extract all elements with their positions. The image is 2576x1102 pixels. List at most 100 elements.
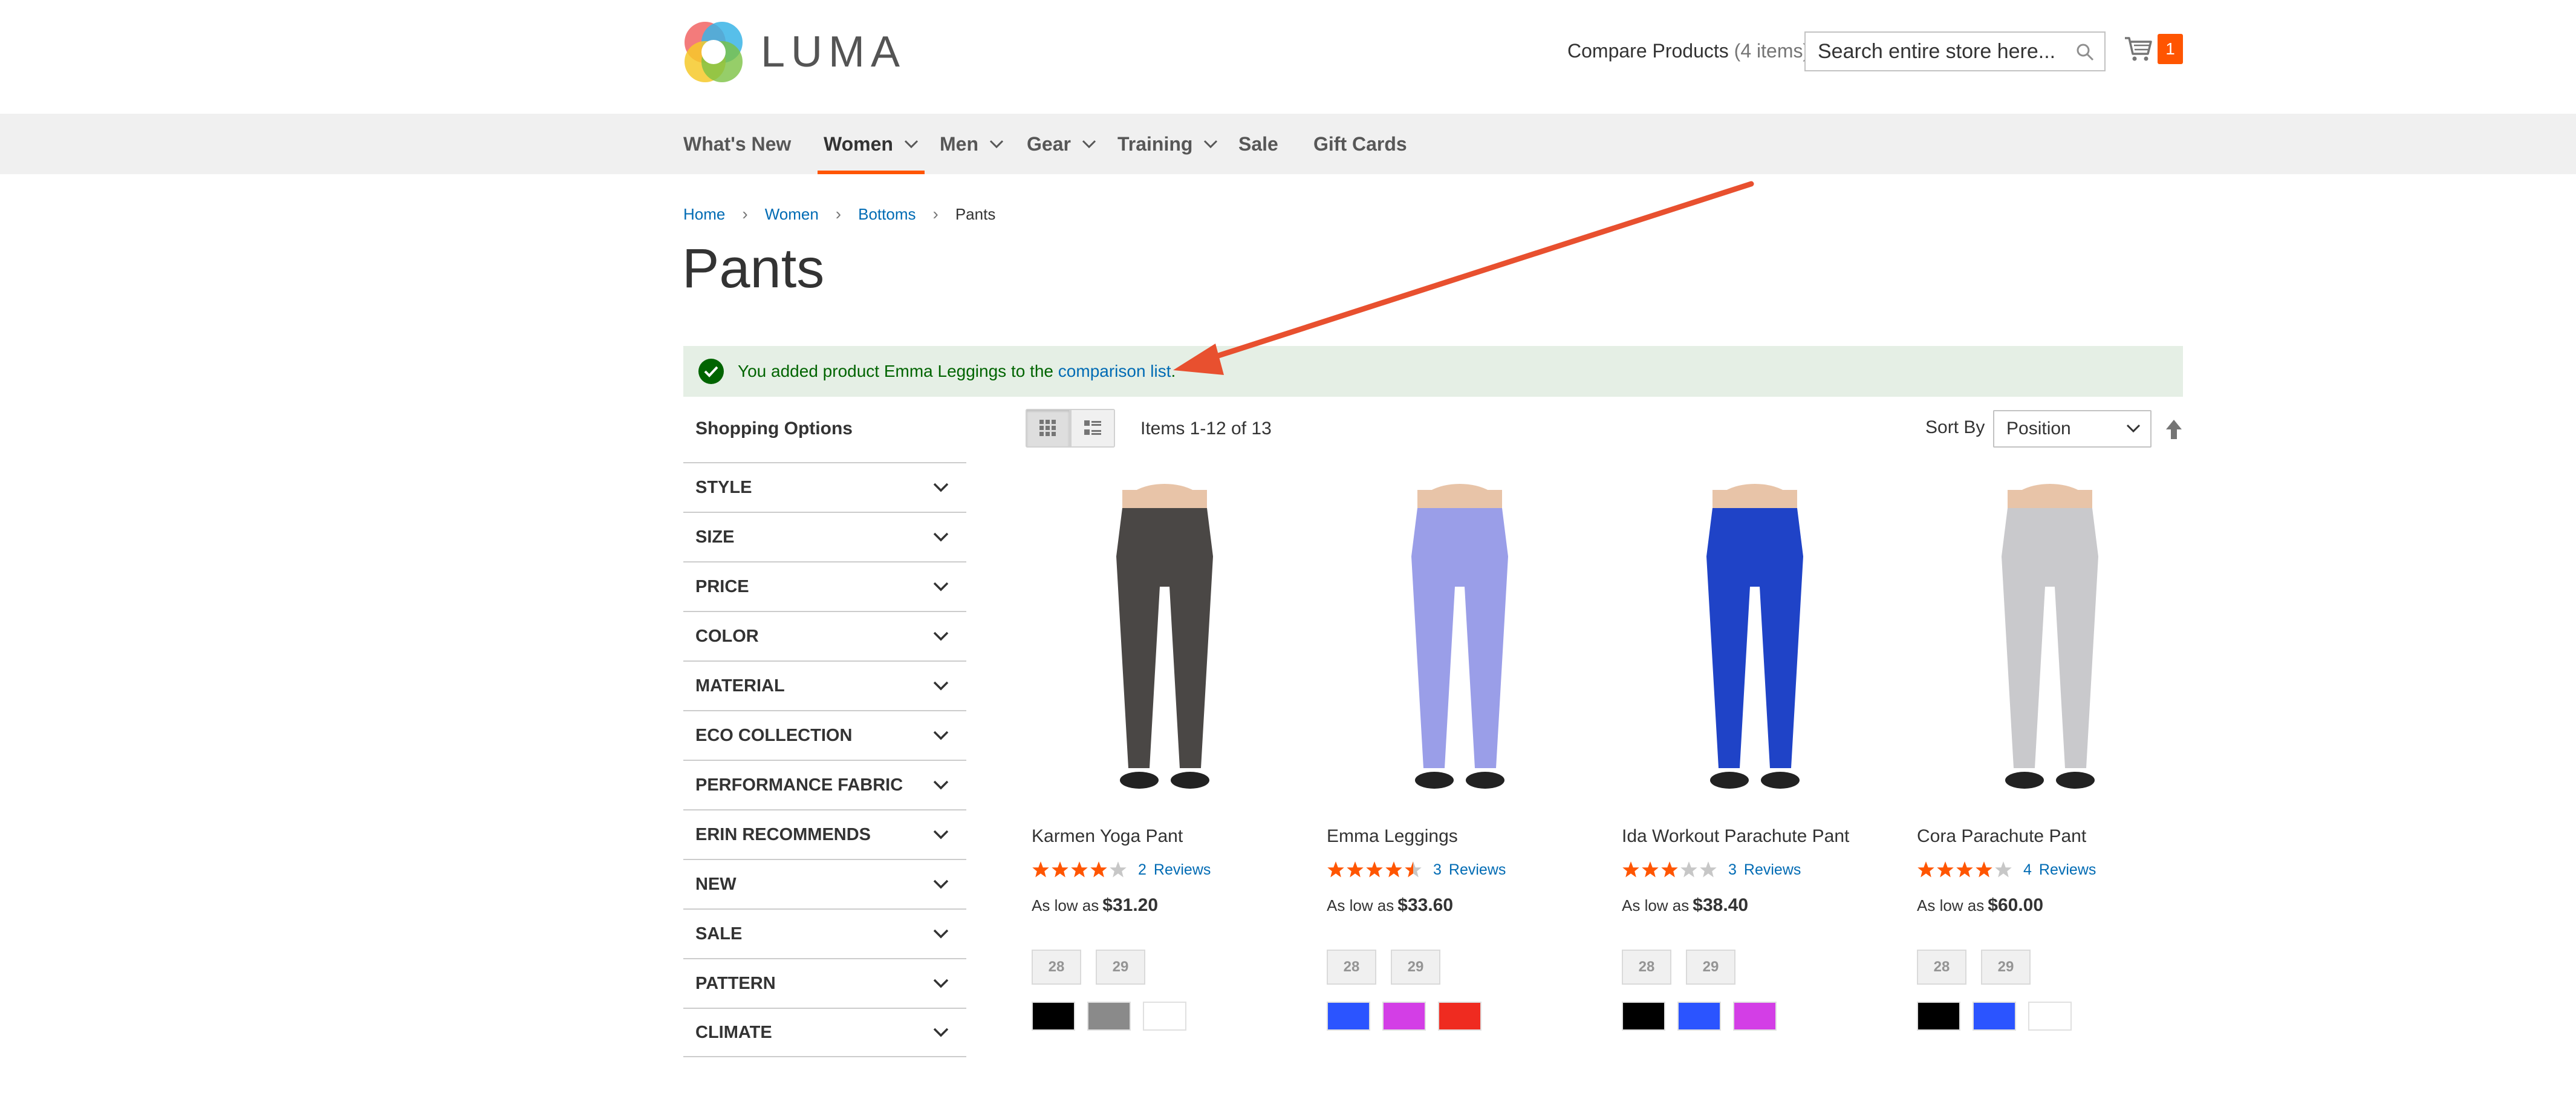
rating-stars [1032, 861, 1127, 879]
rating-stars [1622, 861, 1717, 879]
compare-products-link[interactable]: Compare Products (4 items) [1567, 40, 1809, 62]
compare-products-label: Compare Products [1567, 40, 1729, 62]
color-swatch[interactable] [1327, 1002, 1370, 1031]
size-option[interactable]: 28 [1917, 950, 1966, 985]
review-label: Reviews [1743, 861, 1801, 878]
star-icon [1032, 861, 1049, 878]
product-price: As low as $31.20 [1032, 895, 1298, 916]
color-swatch[interactable] [2028, 1002, 2072, 1031]
nav-label: What's New [683, 133, 792, 155]
color-swatch[interactable] [1677, 1002, 1721, 1031]
filter-new[interactable]: NEW [683, 859, 966, 908]
filter-material[interactable]: MATERIAL [683, 660, 966, 710]
color-swatch[interactable] [1733, 1002, 1777, 1031]
nav-sale[interactable]: Sale [1238, 114, 1278, 174]
breadcrumb-current: Pants [955, 204, 996, 223]
color-swatch[interactable] [1382, 1002, 1426, 1031]
size-options: 28 29 [1622, 950, 1888, 985]
filter-label: PATTERN [695, 973, 776, 993]
size-option[interactable]: 29 [1981, 950, 2031, 985]
product-image-link[interactable] [1622, 484, 1888, 810]
size-option[interactable]: 28 [1622, 950, 1671, 985]
filter-eco-collection[interactable]: ECO COLLECTION [683, 710, 966, 760]
grid-view-button[interactable] [1026, 409, 1070, 448]
nav-women[interactable]: Women [818, 114, 925, 174]
color-swatch[interactable] [1143, 1002, 1186, 1031]
filter-performance-fabric[interactable]: PERFORMANCE FABRIC [683, 760, 966, 809]
chevron-down-icon [1204, 140, 1218, 149]
filter-climate[interactable]: CLIMATE [683, 1008, 966, 1057]
product-name[interactable]: Ida Workout Parachute Pant [1622, 826, 1888, 850]
reviews-link[interactable]: 3 Reviews [1433, 861, 1506, 879]
breadcrumb-bottoms[interactable]: Bottoms [858, 205, 916, 224]
sort-direction-icon[interactable] [2165, 419, 2183, 440]
color-swatches [1032, 1002, 1298, 1031]
nav-training[interactable]: Training [1117, 114, 1218, 174]
search-icon[interactable] [2075, 42, 2095, 62]
filter-erin-recommends[interactable]: ERIN RECOMMENDS [683, 809, 966, 859]
color-swatch[interactable] [1917, 1002, 1960, 1031]
product-image-link[interactable] [1327, 484, 1593, 810]
nav-label: Women [824, 133, 893, 155]
size-option[interactable]: 28 [1327, 950, 1376, 985]
product-image-link[interactable] [1032, 484, 1298, 810]
view-modes [1026, 409, 1115, 448]
color-swatch[interactable] [1032, 1002, 1075, 1031]
product-image [1032, 484, 1298, 810]
list-icon [1084, 420, 1101, 435]
nav-gift-cards[interactable]: Gift Cards [1313, 114, 1407, 174]
color-swatch[interactable] [1622, 1002, 1665, 1031]
filter-price[interactable]: PRICE [683, 561, 966, 611]
size-options: 28 29 [1327, 950, 1593, 985]
size-option[interactable]: 29 [1096, 950, 1145, 985]
search-box [1804, 31, 2106, 71]
filter-color[interactable]: COLOR [683, 611, 966, 660]
filter-size[interactable]: SIZE [683, 512, 966, 561]
breadcrumb-women[interactable]: Women [765, 205, 819, 224]
size-option[interactable]: 29 [1686, 950, 1735, 985]
star-icon [1052, 861, 1068, 878]
breadcrumb-home[interactable]: Home [683, 205, 725, 224]
product-rating: 3 Reviews [1327, 858, 1593, 882]
search-input[interactable] [1806, 33, 2060, 70]
star-icon [1937, 861, 1954, 878]
list-view-button[interactable] [1070, 409, 1115, 448]
reviews-link[interactable]: 3 Reviews [1728, 861, 1801, 879]
filter-pattern[interactable]: PATTERN [683, 958, 966, 1008]
luma-logo[interactable]: LUMA [683, 21, 906, 83]
filter-style[interactable]: STYLE [683, 462, 966, 512]
color-swatch[interactable] [1438, 1002, 1482, 1031]
reviews-link[interactable]: 4 Reviews [2023, 861, 2096, 879]
minicart-button[interactable]: 1 [2124, 34, 2183, 64]
size-option[interactable]: 29 [1391, 950, 1440, 985]
color-swatch[interactable] [1973, 1002, 2016, 1031]
filter-sale[interactable]: SALE [683, 908, 966, 958]
luma-logo-icon [685, 22, 743, 82]
sort-by-select[interactable]: Position [1993, 410, 2152, 448]
comparison-list-link[interactable]: comparison list [1058, 362, 1171, 381]
product-rating: 3 Reviews [1622, 858, 1888, 882]
nav-gear[interactable]: Gear [1027, 114, 1096, 174]
product-name[interactable]: Karmen Yoga Pant [1032, 826, 1298, 850]
filter-label: ERIN RECOMMENDS [695, 824, 871, 844]
star-icon [1385, 861, 1402, 878]
color-swatch[interactable] [1087, 1002, 1131, 1031]
review-label: Reviews [2038, 861, 2096, 878]
star-icon [1327, 861, 1344, 878]
chevron-right-icon: › [835, 204, 842, 223]
nav-men[interactable]: Men [940, 114, 1004, 174]
product-name[interactable]: Cora Parachute Pant [1917, 826, 2183, 850]
rating-stars [1917, 861, 2012, 879]
nav-whats-new[interactable]: What's New [683, 114, 791, 174]
size-option[interactable]: 28 [1032, 950, 1081, 985]
product-image-link[interactable] [1917, 484, 2183, 810]
grid-icon [1039, 420, 1056, 436]
reviews-link[interactable]: 2 Reviews [1138, 861, 1211, 879]
product-name[interactable]: Emma Leggings [1327, 826, 1593, 850]
chevron-down-icon [933, 681, 949, 691]
filter-label: CLIMATE [695, 1022, 772, 1042]
review-count: 3 [1728, 861, 1737, 878]
product-image [1917, 484, 2183, 810]
filter-sidebar: Shopping Options STYLE SIZE PRICE COLOR … [683, 411, 966, 1057]
price-value: $60.00 [1988, 895, 2044, 915]
